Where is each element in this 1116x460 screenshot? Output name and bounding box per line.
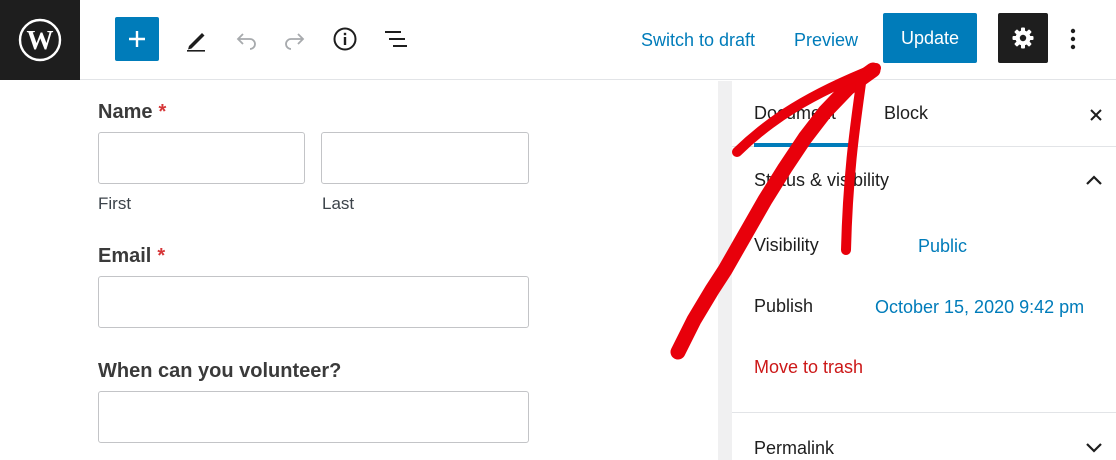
tab-document[interactable]: Document	[754, 103, 836, 124]
sidebar-tabs: Document Block	[732, 81, 1116, 147]
visibility-label: Visibility	[754, 235, 819, 255]
tab-block[interactable]: Block	[884, 103, 928, 124]
name-label-text: Name	[98, 101, 153, 123]
list-view-icon	[385, 31, 407, 47]
more-options-button[interactable]	[1058, 19, 1088, 59]
pencil-icon	[187, 33, 205, 52]
close-sidebar-button[interactable]	[1084, 103, 1108, 127]
publish-date-toggle[interactable]: October 15, 2020 9:42 pm	[875, 297, 1084, 318]
update-button[interactable]: Update	[883, 13, 977, 63]
info-icon	[333, 27, 357, 51]
details-button[interactable]	[325, 19, 365, 59]
volunteer-input[interactable]	[98, 391, 529, 443]
gear-icon	[1012, 27, 1034, 49]
editor-canvas: Name * First Last Email * When can you vol…	[0, 81, 718, 460]
move-to-trash-button[interactable]: Move to trash	[754, 357, 863, 378]
chevron-down-icon	[1086, 443, 1102, 453]
email-label-text: Email	[98, 245, 152, 267]
first-sublabel: First	[98, 194, 132, 213]
settings-sidebar: Document Block Status & visibility Visib…	[718, 81, 1116, 460]
wordpress-logo-icon: W	[18, 18, 62, 62]
email-input[interactable]	[98, 276, 529, 328]
redo-button[interactable]	[275, 19, 315, 59]
add-block-button[interactable]	[115, 17, 159, 61]
undo-icon	[236, 33, 256, 50]
visibility-toggle[interactable]: Public	[918, 236, 967, 257]
more-vertical-icon	[1070, 28, 1076, 50]
svg-text:W: W	[27, 25, 54, 55]
required-marker: *	[157, 245, 166, 267]
volunteer-field-label: When can you volunteer?	[98, 360, 342, 382]
close-icon	[1090, 109, 1102, 121]
status-visibility-panel-toggle[interactable]: Status & visibility	[754, 170, 889, 191]
permalink-panel-toggle[interactable]: Permalink	[754, 438, 834, 459]
name-field-label: Name *	[98, 101, 166, 124]
last-name-input[interactable]	[321, 132, 529, 184]
first-name-input[interactable]	[98, 132, 305, 184]
redo-icon	[285, 33, 305, 50]
editor-header: W Switch to draft Preview Update	[0, 0, 1116, 80]
list-view-button[interactable]	[376, 19, 416, 59]
settings-button[interactable]	[998, 13, 1048, 63]
active-tab-indicator	[754, 143, 856, 147]
panel-divider	[732, 412, 1116, 413]
publish-label: Publish	[754, 296, 814, 316]
preview-button[interactable]: Preview	[794, 27, 858, 53]
wordpress-logo-button[interactable]: W	[0, 0, 80, 80]
tools-button[interactable]	[176, 19, 216, 59]
expand-permalink-button[interactable]	[1082, 436, 1106, 460]
email-field-label: Email *	[98, 245, 165, 268]
chevron-up-icon	[1086, 175, 1102, 185]
switch-to-draft-button[interactable]: Switch to draft	[641, 27, 755, 53]
required-marker: *	[158, 101, 167, 123]
undo-button[interactable]	[226, 19, 266, 59]
plus-icon	[129, 31, 145, 47]
collapse-panel-button[interactable]	[1082, 168, 1106, 192]
last-sublabel: Last	[322, 194, 355, 213]
